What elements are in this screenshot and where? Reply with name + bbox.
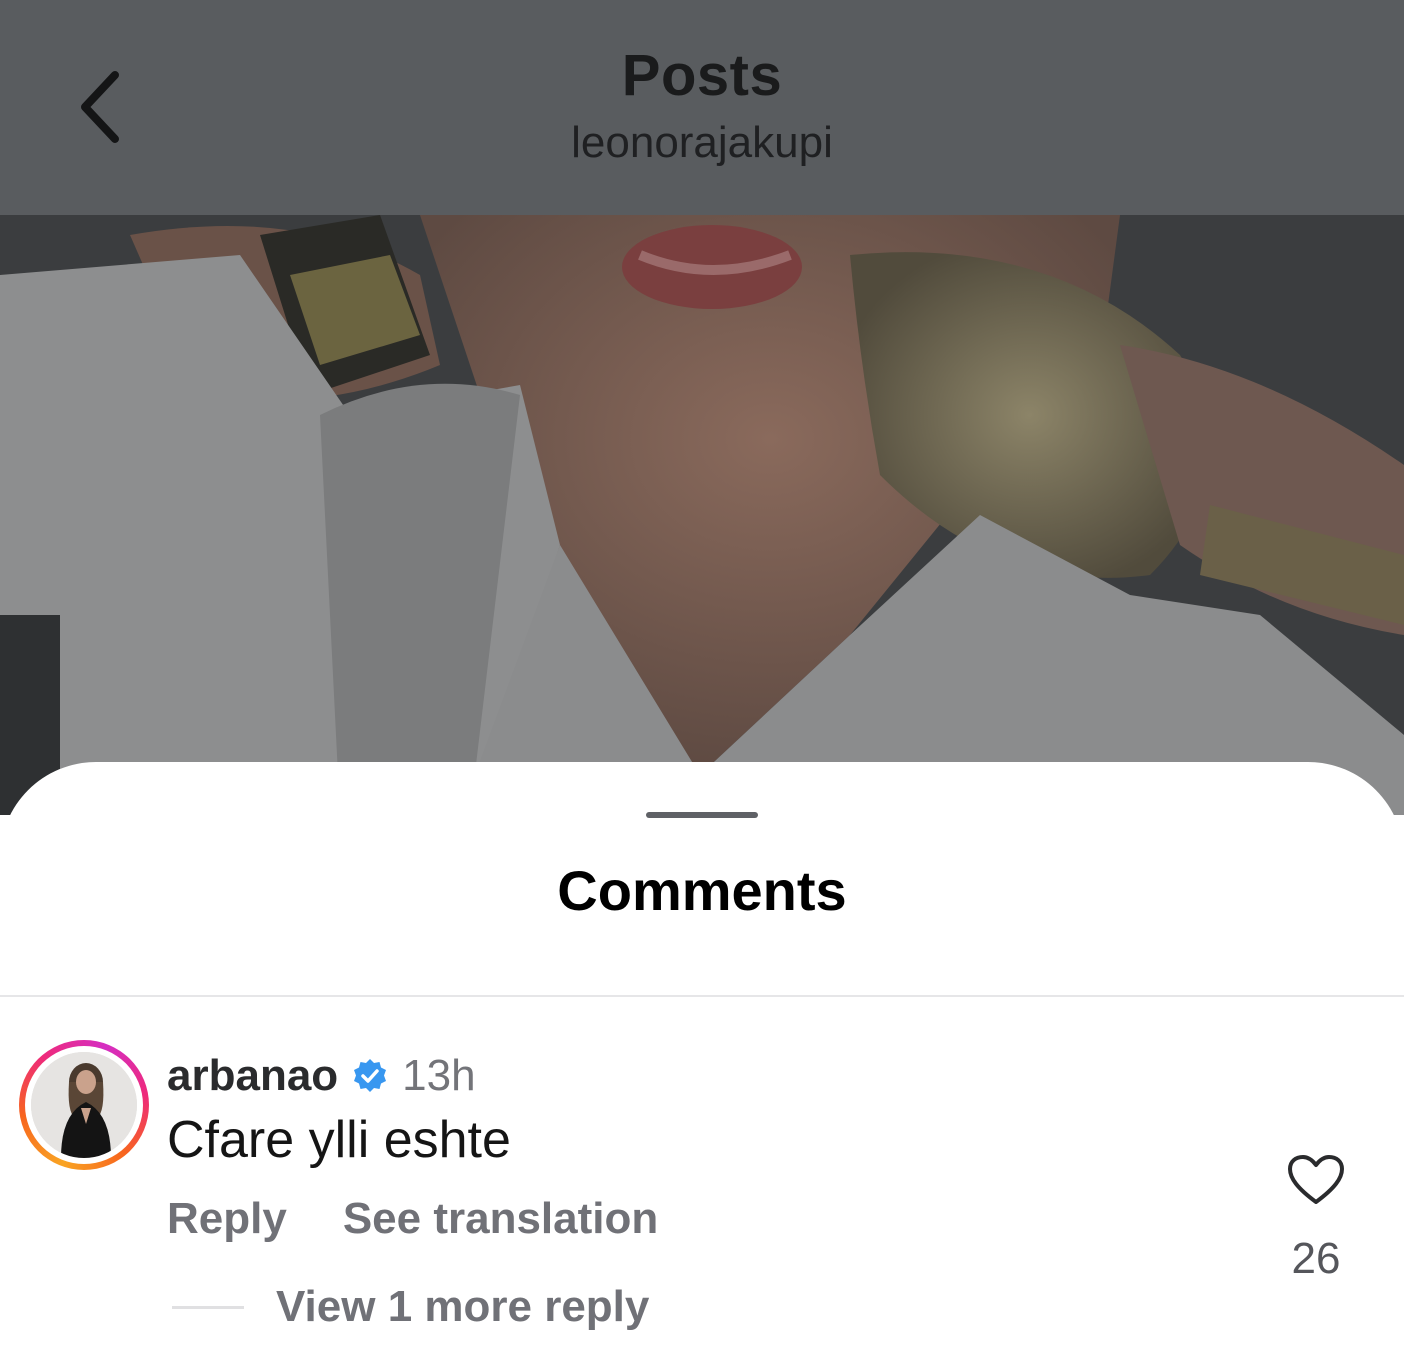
comment-text: Cfare ylli eshte [167,1111,511,1169]
comment-username[interactable]: arbanao [167,1051,338,1101]
comment-timestamp: 13h [402,1051,476,1100]
comments-title: Comments [557,859,847,922]
see-translation-button[interactable]: See translation [343,1194,658,1244]
view-more-replies-label: View 1 more reply [276,1282,650,1331]
heart-outline-icon [1288,1155,1344,1204]
like-count: 26 [1291,1234,1341,1283]
instagram-comments-screen: Posts leonorajakupi Comments arbanao 13h… [0,0,1404,1369]
like-button[interactable] [1283,1150,1349,1210]
profile-username[interactable]: leonorajakupi [0,118,1404,168]
reply-button[interactable]: Reply [167,1194,287,1244]
avatar-image [31,1052,137,1158]
sheet-grabber-handle[interactable] [646,812,758,818]
view-more-replies-button[interactable]: View 1 more reply [172,1282,649,1332]
comment-actions: Reply See translation [167,1194,658,1244]
page-title: Posts [621,43,783,108]
comments-sheet: Comments arbanao 13h Cfare ylli eshte Re… [0,762,1404,1369]
divider [0,995,1404,997]
avatar[interactable] [19,1040,149,1170]
comment-meta: arbanao 13h [167,1046,476,1106]
reply-thread-line [172,1305,244,1309]
top-navigation-bar: Posts leonorajakupi [0,0,1404,215]
verified-badge-icon [352,1058,388,1094]
post-image [0,215,1404,815]
